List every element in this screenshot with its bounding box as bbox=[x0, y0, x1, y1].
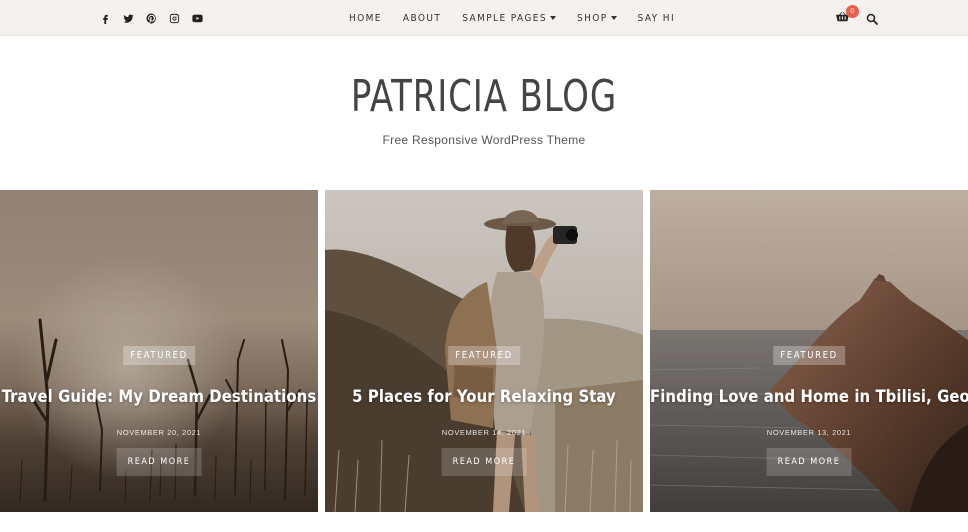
featured-post-card[interactable]: FEATURED Finding Love and Home in Tbilis… bbox=[650, 190, 968, 512]
post-title[interactable]: Finding Love and Home in Tbilisi, Georgi… bbox=[650, 387, 968, 406]
post-date: NOVEMBER 13, 2021 bbox=[766, 428, 852, 437]
site-branding: PATRICIA BLOG Free Responsive WordPress … bbox=[0, 37, 968, 190]
main-nav: HOME ABOUT SAMPLE PAGES SHOP SAY HI bbox=[349, 0, 675, 36]
nav-item-about[interactable]: ABOUT bbox=[403, 13, 441, 24]
pinterest-icon[interactable] bbox=[146, 12, 157, 24]
post-date: NOVEMBER 14, 2021 bbox=[441, 428, 527, 437]
nav-item-say-hi[interactable]: SAY HI bbox=[638, 13, 675, 24]
facebook-icon[interactable] bbox=[100, 13, 111, 24]
read-more-button[interactable]: READ MORE bbox=[116, 448, 202, 476]
featured-badge[interactable]: FEATURED bbox=[773, 346, 845, 365]
site-tagline: Free Responsive WordPress Theme bbox=[382, 133, 586, 147]
post-title[interactable]: 5 Places for Your Relaxing Stay bbox=[325, 387, 643, 406]
nav-item-home[interactable]: HOME bbox=[349, 13, 382, 24]
nav-item-sample-pages[interactable]: SAMPLE PAGES bbox=[462, 13, 556, 24]
post-date: NOVEMBER 20, 2021 bbox=[116, 428, 202, 437]
site-title[interactable]: PATRICIA BLOG bbox=[68, 71, 900, 122]
top-bar: HOME ABOUT SAMPLE PAGES SHOP SAY HI 0 bbox=[0, 0, 968, 36]
social-links bbox=[100, 0, 203, 36]
read-more-button[interactable]: READ MORE bbox=[766, 448, 852, 476]
cart-count-badge: 0 bbox=[846, 5, 859, 18]
post-title[interactable]: Travel Guide: My Dream Destinations bbox=[0, 387, 318, 406]
featured-post-card[interactable]: FEATURED Travel Guide: My Dream Destinat… bbox=[0, 190, 318, 512]
twitter-icon[interactable] bbox=[123, 13, 134, 24]
youtube-icon[interactable] bbox=[192, 13, 203, 24]
featured-post-card[interactable]: FEATURED 5 Places for Your Relaxing Stay… bbox=[325, 190, 643, 512]
featured-slider: FEATURED Travel Guide: My Dream Destinat… bbox=[0, 190, 968, 512]
instagram-icon[interactable] bbox=[169, 13, 180, 24]
chevron-down-icon bbox=[610, 16, 617, 20]
nav-item-shop[interactable]: SHOP bbox=[577, 13, 617, 24]
search-icon[interactable] bbox=[866, 12, 878, 25]
read-more-button[interactable]: READ MORE bbox=[441, 448, 527, 476]
featured-badge[interactable]: FEATURED bbox=[448, 346, 520, 365]
featured-badge[interactable]: FEATURED bbox=[123, 346, 195, 365]
chevron-down-icon bbox=[549, 16, 556, 20]
